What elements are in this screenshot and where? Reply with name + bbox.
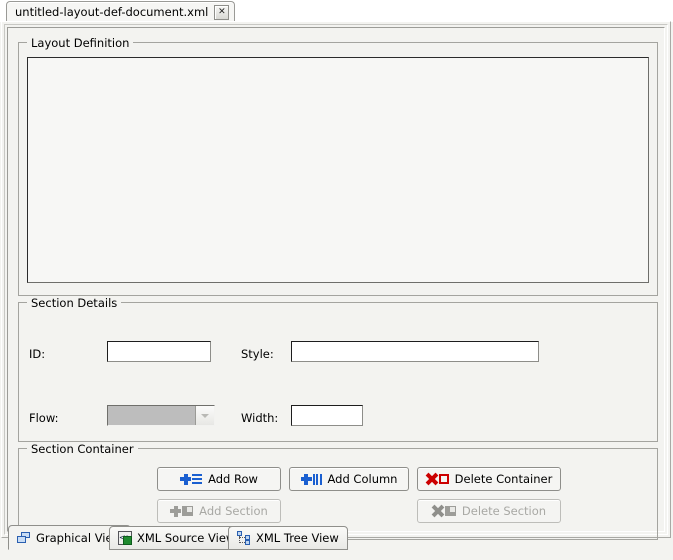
style-label: Style:	[241, 347, 274, 361]
id-label: ID:	[29, 347, 46, 361]
add-row-icons	[180, 473, 203, 485]
square-icon	[438, 474, 449, 484]
plus-icon	[180, 473, 192, 485]
delete-section-label: Delete Section	[461, 504, 547, 518]
tab-xml-source-view[interactable]: <> XML Source View	[109, 526, 245, 550]
view-tab-strip: Graphical View <> XML Source View XML Tr…	[0, 524, 673, 560]
section-icon	[444, 506, 456, 516]
section-details-group: Section Details ID: Style: Flow: Width:	[18, 296, 658, 442]
x-mark-icon	[432, 505, 444, 517]
flow-label: Flow:	[29, 411, 59, 425]
editor-content-area: Layout Definition Section Details ID: St…	[10, 30, 662, 540]
section-icon	[182, 506, 194, 516]
layout-definition-group: Layout Definition	[18, 36, 658, 296]
width-label: Width:	[241, 411, 279, 425]
plus-icon	[300, 473, 312, 485]
window-frame-outer: Layout Definition Section Details ID: St…	[1, 21, 671, 540]
layout-definition-editor-window: untitled-layout-def-document.xml ✕ Layou…	[0, 0, 673, 560]
add-column-icons	[300, 473, 322, 485]
close-icon[interactable]: ✕	[214, 4, 230, 20]
layout-definition-canvas[interactable]	[27, 57, 649, 283]
add-row-label: Add Row	[208, 472, 258, 486]
x-mark-icon	[426, 473, 438, 485]
delete-section-icons	[432, 505, 456, 517]
delete-container-button[interactable]: Delete Container	[417, 467, 561, 491]
add-section-label: Add Section	[199, 504, 268, 518]
delete-container-icons	[426, 473, 449, 485]
section-container-group-title: Section Container	[27, 442, 138, 456]
add-section-icons	[170, 505, 194, 517]
chevron-down-icon[interactable]	[195, 406, 214, 425]
flow-dropdown[interactable]	[107, 405, 215, 426]
id-input[interactable]	[107, 341, 211, 362]
style-input[interactable]	[291, 341, 539, 362]
tab-xml-tree-view[interactable]: XML Tree View	[228, 526, 348, 550]
flow-dropdown-value	[108, 406, 195, 425]
delete-section-button[interactable]: Delete Section	[417, 499, 561, 523]
document-tab-label: untitled-layout-def-document.xml	[15, 5, 209, 19]
section-details-group-title: Section Details	[27, 296, 122, 310]
layout-definition-group-title: Layout Definition	[27, 36, 134, 50]
width-input[interactable]	[291, 405, 363, 426]
plus-icon	[170, 505, 182, 517]
add-section-button[interactable]: Add Section	[157, 499, 281, 523]
add-column-label: Add Column	[327, 472, 398, 486]
tab-xml-tree-view-label: XML Tree View	[256, 531, 339, 545]
xml-tree-view-icon	[237, 531, 251, 545]
add-row-button[interactable]: Add Row	[157, 467, 281, 491]
xml-source-view-icon: <>	[118, 531, 132, 545]
columns-icon	[312, 473, 322, 485]
window-frame-inner: Layout Definition Section Details ID: St…	[7, 27, 665, 540]
graphical-view-icon	[17, 531, 31, 544]
document-tab[interactable]: untitled-layout-def-document.xml ✕	[6, 1, 236, 22]
tab-xml-source-view-label: XML Source View	[137, 531, 236, 545]
delete-container-label: Delete Container	[454, 472, 553, 486]
document-tab-strip: untitled-layout-def-document.xml ✕	[0, 0, 673, 22]
window-frame-middle: Layout Definition Section Details ID: St…	[4, 24, 668, 540]
add-column-button[interactable]: Add Column	[289, 467, 409, 491]
rows-icon	[192, 474, 203, 484]
